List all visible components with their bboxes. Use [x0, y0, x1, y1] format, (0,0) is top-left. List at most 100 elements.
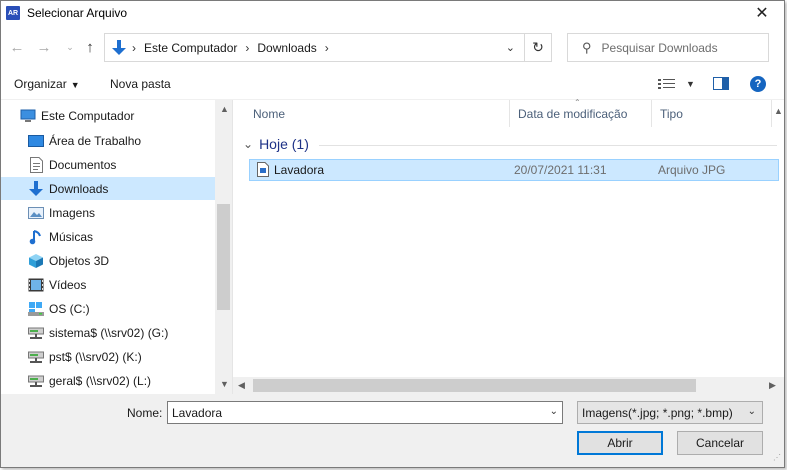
arrow-left-icon: ← — [9, 38, 25, 56]
tree-item-11[interactable]: geral$ (\\srv02) (L:) — [1, 369, 215, 392]
chevron-down-icon[interactable]: ⌄ — [550, 406, 558, 417]
address-dropdown-button[interactable]: ⌄ — [506, 41, 515, 54]
new-folder-button[interactable]: Nova pasta — [110, 77, 171, 91]
file-name: Lavadora — [274, 163, 325, 177]
organize-label: Organizar — [14, 77, 67, 91]
tree-item-5[interactable]: Músicas — [1, 225, 215, 248]
column-header-name[interactable]: Nome — [245, 100, 510, 127]
tree-item-label: Este Computador — [41, 108, 135, 123]
network-drive-icon — [28, 373, 44, 389]
close-icon: ✕ — [755, 5, 769, 22]
file-dialog-window: AR Selecionar Arquivo ✕ ← → ⌄ ↑ › Este C… — [0, 0, 785, 468]
file-list: Nome Data de modificação ⌃ Tipo ▲ ⌄ Hoje… — [233, 98, 784, 394]
pictures-icon — [28, 205, 44, 221]
chevron-down-icon: ⌄ — [243, 137, 254, 151]
tree-item-3[interactable]: Downloads — [1, 177, 215, 200]
scroll-down-arrow-icon[interactable]: ▼ — [220, 379, 229, 389]
music-icon — [28, 229, 44, 245]
scroll-right-arrow-icon[interactable]: ▶ — [769, 380, 776, 391]
open-button[interactable]: Abrir — [577, 431, 663, 455]
recent-locations-button[interactable]: ⌄ — [61, 37, 79, 57]
cancel-button[interactable]: Cancelar — [677, 431, 763, 455]
tree-item-1[interactable]: Área de Trabalho — [1, 129, 215, 152]
organize-menu-button[interactable]: Organizar ▼ — [14, 77, 80, 91]
search-placeholder: Pesquisar Downloads — [601, 40, 718, 55]
tree-item-label: geral$ (\\srv02) (L:) — [49, 373, 152, 388]
search-box[interactable]: ⚲ Pesquisar Downloads — [567, 33, 769, 62]
tree-item-label: Objetos 3D — [49, 253, 110, 268]
navigation-bar: ← → ⌄ ↑ › Este Computador › Downloads › … — [1, 25, 784, 69]
browser-content: Este Computador Área de Trabalho Documento… — [1, 98, 784, 394]
navigation-pane: Este Computador Área de Trabalho Documento… — [1, 100, 232, 394]
network-drive-icon — [28, 349, 44, 365]
column-header-type[interactable]: Tipo — [652, 100, 772, 127]
file-modified: 20/07/2021 11:31 — [514, 163, 607, 177]
horizontal-scroll-thumb[interactable] — [253, 379, 696, 392]
file-name-input[interactable]: Lavadora ⌄ — [167, 401, 563, 424]
forward-button[interactable]: → — [35, 37, 53, 57]
tree-item-4[interactable]: Imagens — [1, 201, 215, 224]
column-header-date[interactable]: Data de modificação ⌃ — [510, 98, 652, 127]
arrow-up-icon: ↑ — [86, 38, 94, 56]
close-button[interactable]: ✕ — [740, 1, 784, 25]
navigation-pane-scroll-thumb[interactable] — [217, 204, 230, 310]
caret-down-icon: ▼ — [70, 80, 80, 90]
file-type: Arquivo JPG — [658, 163, 726, 177]
back-button[interactable]: ← — [8, 37, 26, 57]
tree-item-2[interactable]: Documentos — [1, 153, 215, 176]
download-icon — [28, 180, 44, 197]
tree-item-label: pst$ (\\srv02) (K:) — [49, 349, 142, 364]
horizontal-scrollbar[interactable]: ◀ ▶ — [233, 377, 784, 394]
sort-indicator-icon: ⌃ — [574, 98, 581, 107]
tree-item-label: Imagens — [49, 205, 96, 220]
scroll-up-arrow-icon[interactable]: ▲ — [220, 104, 229, 114]
videos-icon — [28, 277, 44, 293]
file-type-filter[interactable]: Imagens(*.jpg; *.png; *.bmp) ⌄ — [577, 401, 763, 424]
tree-item-7[interactable]: Vídeos — [1, 273, 215, 296]
tree-item-label: Documentos — [49, 157, 117, 172]
tree-item-label: Músicas — [49, 229, 94, 244]
tree-item-10[interactable]: pst$ (\\srv02) (K:) — [1, 345, 215, 368]
up-button[interactable]: ↑ — [81, 37, 99, 57]
group-header[interactable]: ⌄ Hoje (1) — [243, 136, 309, 152]
scroll-up-arrow-icon[interactable]: ▲ — [774, 106, 783, 116]
image-file-icon — [257, 162, 269, 180]
group-header-label: Hoje (1) — [259, 136, 309, 152]
scroll-left-arrow-icon[interactable]: ◀ — [238, 380, 245, 391]
tree-item-label: OS (C:) — [49, 301, 90, 316]
documents-icon — [28, 156, 44, 173]
preview-pane-icon[interactable] — [713, 77, 729, 90]
resize-grip-icon[interactable]: ⋰ — [773, 454, 783, 466]
tree-item-6[interactable]: Objetos 3D — [1, 249, 215, 272]
breadcrumb-separator-icon: › — [132, 40, 136, 55]
drive-icon — [28, 301, 44, 317]
refresh-icon: ↻ — [532, 39, 544, 55]
breadcrumb-separator-icon: › — [245, 40, 250, 55]
breadcrumb-downloads[interactable]: Downloads — [257, 41, 316, 55]
file-type-filter-value: Imagens(*.jpg; *.png; *.bmp) — [582, 405, 733, 420]
file-row[interactable]: Lavadora 20/07/2021 11:31 Arquivo JPG — [249, 159, 779, 181]
refresh-button[interactable]: ↻ — [524, 34, 551, 61]
tree-item-8[interactable]: OS (C:) — [1, 297, 215, 320]
caret-down-icon: ▼ — [686, 79, 695, 89]
computer-icon — [20, 108, 36, 124]
tree-item-label: Downloads — [49, 181, 109, 196]
breadcrumb-este-computador[interactable]: Este Computador — [144, 41, 237, 55]
change-view-button[interactable]: ▼ — [658, 76, 698, 92]
chevron-down-icon: ⌄ — [747, 406, 756, 417]
tree-item-label: Vídeos — [49, 277, 87, 292]
tree-item-0[interactable]: Este Computador — [1, 104, 215, 127]
address-bar[interactable]: › Este Computador › Downloads › ⌄ ↻ — [104, 33, 552, 62]
column-header-date-label: Data de modificação — [518, 106, 628, 121]
download-folder-icon — [108, 39, 130, 56]
chevron-down-icon: ⌄ — [66, 41, 74, 52]
tree-item-9[interactable]: sistema$ (\\srv02) (G:) — [1, 321, 215, 344]
breadcrumb-separator-icon: › — [324, 40, 329, 55]
file-name-label: Nome: — [127, 406, 163, 420]
group-divider — [319, 145, 777, 146]
search-icon: ⚲ — [582, 39, 592, 55]
desktop-icon — [28, 133, 44, 149]
details-view-icon — [658, 79, 675, 89]
network-drive-icon — [28, 325, 44, 341]
help-icon[interactable]: ? — [750, 76, 766, 92]
